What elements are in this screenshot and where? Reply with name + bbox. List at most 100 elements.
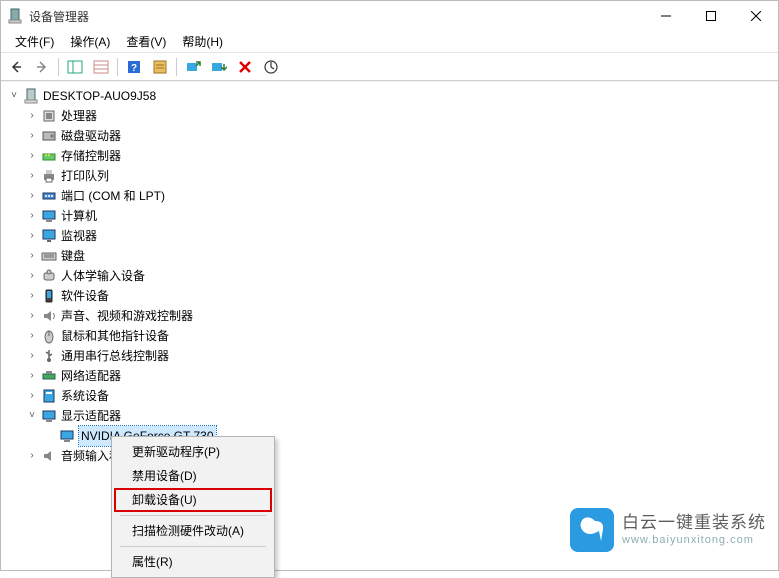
tree-node[interactable]: › 系统设备	[7, 386, 772, 406]
node-label: 系统设备	[61, 386, 109, 406]
cpu-icon	[41, 108, 57, 124]
forward-button[interactable]	[30, 55, 54, 79]
toolbar-separator	[117, 58, 118, 76]
tree-node[interactable]: › 端口 (COM 和 LPT)	[7, 186, 772, 206]
node-label: 软件设备	[61, 286, 109, 306]
update-driver-button[interactable]	[181, 55, 205, 79]
properties-button[interactable]	[148, 55, 172, 79]
tree-node[interactable]: › 磁盘驱动器	[7, 126, 772, 146]
system-icon	[41, 388, 57, 404]
menu-action[interactable]: 操作(A)	[62, 31, 118, 52]
cm-separator	[120, 546, 266, 547]
chevron-right-icon[interactable]: ›	[25, 449, 39, 463]
watermark-icon	[570, 508, 614, 552]
computer-icon	[23, 88, 39, 104]
tree-node[interactable]: ›声音、视频和游戏控制器	[7, 306, 772, 326]
usb-icon	[41, 348, 57, 364]
printer-icon	[41, 168, 57, 184]
node-label: 键盘	[61, 246, 85, 266]
chevron-right-icon[interactable]: ›	[25, 129, 39, 143]
context-menu: 更新驱动程序(P) 禁用设备(D) 卸载设备(U) 扫描检测硬件改动(A) 属性…	[111, 436, 275, 578]
storage-icon	[41, 148, 57, 164]
disable-device-button[interactable]	[207, 55, 231, 79]
keyboard-icon	[41, 248, 57, 264]
cm-properties[interactable]: 属性(R)	[114, 550, 272, 574]
node-label: 网络适配器	[61, 366, 121, 386]
node-label: 监视器	[61, 226, 97, 246]
computer-icon	[41, 208, 57, 224]
maximize-button[interactable]	[688, 1, 733, 31]
cm-separator	[120, 515, 266, 516]
svg-text:?: ?	[131, 63, 137, 74]
gpu-icon	[59, 428, 75, 444]
chevron-right-icon[interactable]: ›	[25, 169, 39, 183]
chevron-right-icon[interactable]: ›	[25, 109, 39, 123]
chevron-right-icon[interactable]: ›	[25, 149, 39, 163]
chevron-right-icon[interactable]: ›	[25, 389, 39, 403]
tree-node[interactable]: ›打印队列	[7, 166, 772, 186]
scan-hardware-button[interactable]	[259, 55, 283, 79]
toolbar-separator	[176, 58, 177, 76]
tree-node[interactable]: › 人体学输入设备	[7, 266, 772, 286]
hid-icon	[41, 268, 57, 284]
chevron-right-icon[interactable]: ›	[25, 209, 39, 223]
node-label: 显示适配器	[61, 406, 121, 426]
tree-node[interactable]: › 处理器	[7, 106, 772, 126]
chevron-down-icon[interactable]: ˅	[25, 409, 39, 423]
monitor-icon	[41, 228, 57, 244]
tree-node[interactable]: › 鼠标和其他指针设备	[7, 326, 772, 346]
tree-node[interactable]: ›计算机	[7, 206, 772, 226]
tree-node[interactable]: › 网络适配器	[7, 366, 772, 386]
title-bar: 设备管理器	[1, 1, 778, 31]
chevron-right-icon[interactable]: ›	[25, 229, 39, 243]
node-label: 磁盘驱动器	[61, 126, 121, 146]
show-hide-tree-button[interactable]	[63, 55, 87, 79]
node-label: 鼠标和其他指针设备	[61, 326, 169, 346]
chevron-right-icon[interactable]: ›	[25, 289, 39, 303]
tree-node[interactable]: › 监视器	[7, 226, 772, 246]
cm-scan-hardware[interactable]: 扫描检测硬件改动(A)	[114, 519, 272, 543]
toolbar-separator	[58, 58, 59, 76]
expander-icon[interactable]: ˅	[7, 89, 21, 103]
help-button[interactable]: ?	[122, 55, 146, 79]
chevron-right-icon[interactable]: ›	[25, 369, 39, 383]
chevron-right-icon[interactable]: ›	[25, 269, 39, 283]
disk-icon	[41, 128, 57, 144]
back-button[interactable]	[4, 55, 28, 79]
tree-node[interactable]: › 软件设备	[7, 286, 772, 306]
menu-file[interactable]: 文件(F)	[7, 31, 62, 52]
cm-uninstall-device[interactable]: 卸载设备(U)	[114, 488, 272, 512]
menu-view[interactable]: 查看(V)	[118, 31, 174, 52]
node-label: 端口 (COM 和 LPT)	[61, 186, 165, 206]
toolbar: ?	[1, 53, 778, 81]
window-title: 设备管理器	[29, 8, 643, 25]
close-button[interactable]	[733, 1, 778, 31]
chevron-right-icon[interactable]: ›	[25, 249, 39, 263]
menu-help[interactable]: 帮助(H)	[174, 31, 231, 52]
audio-io-icon	[41, 448, 57, 464]
view-button[interactable]	[89, 55, 113, 79]
node-label: 人体学输入设备	[61, 266, 145, 286]
chevron-right-icon[interactable]: ›	[25, 309, 39, 323]
cm-disable-device[interactable]: 禁用设备(D)	[114, 464, 272, 488]
chevron-right-icon[interactable]: ›	[25, 189, 39, 203]
audio-icon	[41, 308, 57, 324]
chevron-right-icon[interactable]: ›	[25, 349, 39, 363]
network-icon	[41, 368, 57, 384]
menu-bar: 文件(F) 操作(A) 查看(V) 帮助(H)	[1, 31, 778, 53]
watermark: 白云一键重装系统 www.baiyunxitong.com	[570, 508, 766, 552]
tree-node[interactable]: ˅ 显示适配器	[7, 406, 772, 426]
minimize-button[interactable]	[643, 1, 688, 31]
uninstall-device-button[interactable]	[233, 55, 257, 79]
tree-root[interactable]: ˅ DESKTOP-AUO9J58	[7, 86, 772, 106]
tree-node[interactable]: › 存储控制器	[7, 146, 772, 166]
mouse-icon	[41, 328, 57, 344]
tree-node[interactable]: › 通用串行总线控制器	[7, 346, 772, 366]
node-label: 存储控制器	[61, 146, 121, 166]
node-label: 处理器	[61, 106, 97, 126]
app-icon	[7, 8, 23, 24]
node-label: 通用串行总线控制器	[61, 346, 169, 366]
chevron-right-icon[interactable]: ›	[25, 329, 39, 343]
tree-node[interactable]: › 键盘	[7, 246, 772, 266]
cm-update-driver[interactable]: 更新驱动程序(P)	[114, 440, 272, 464]
